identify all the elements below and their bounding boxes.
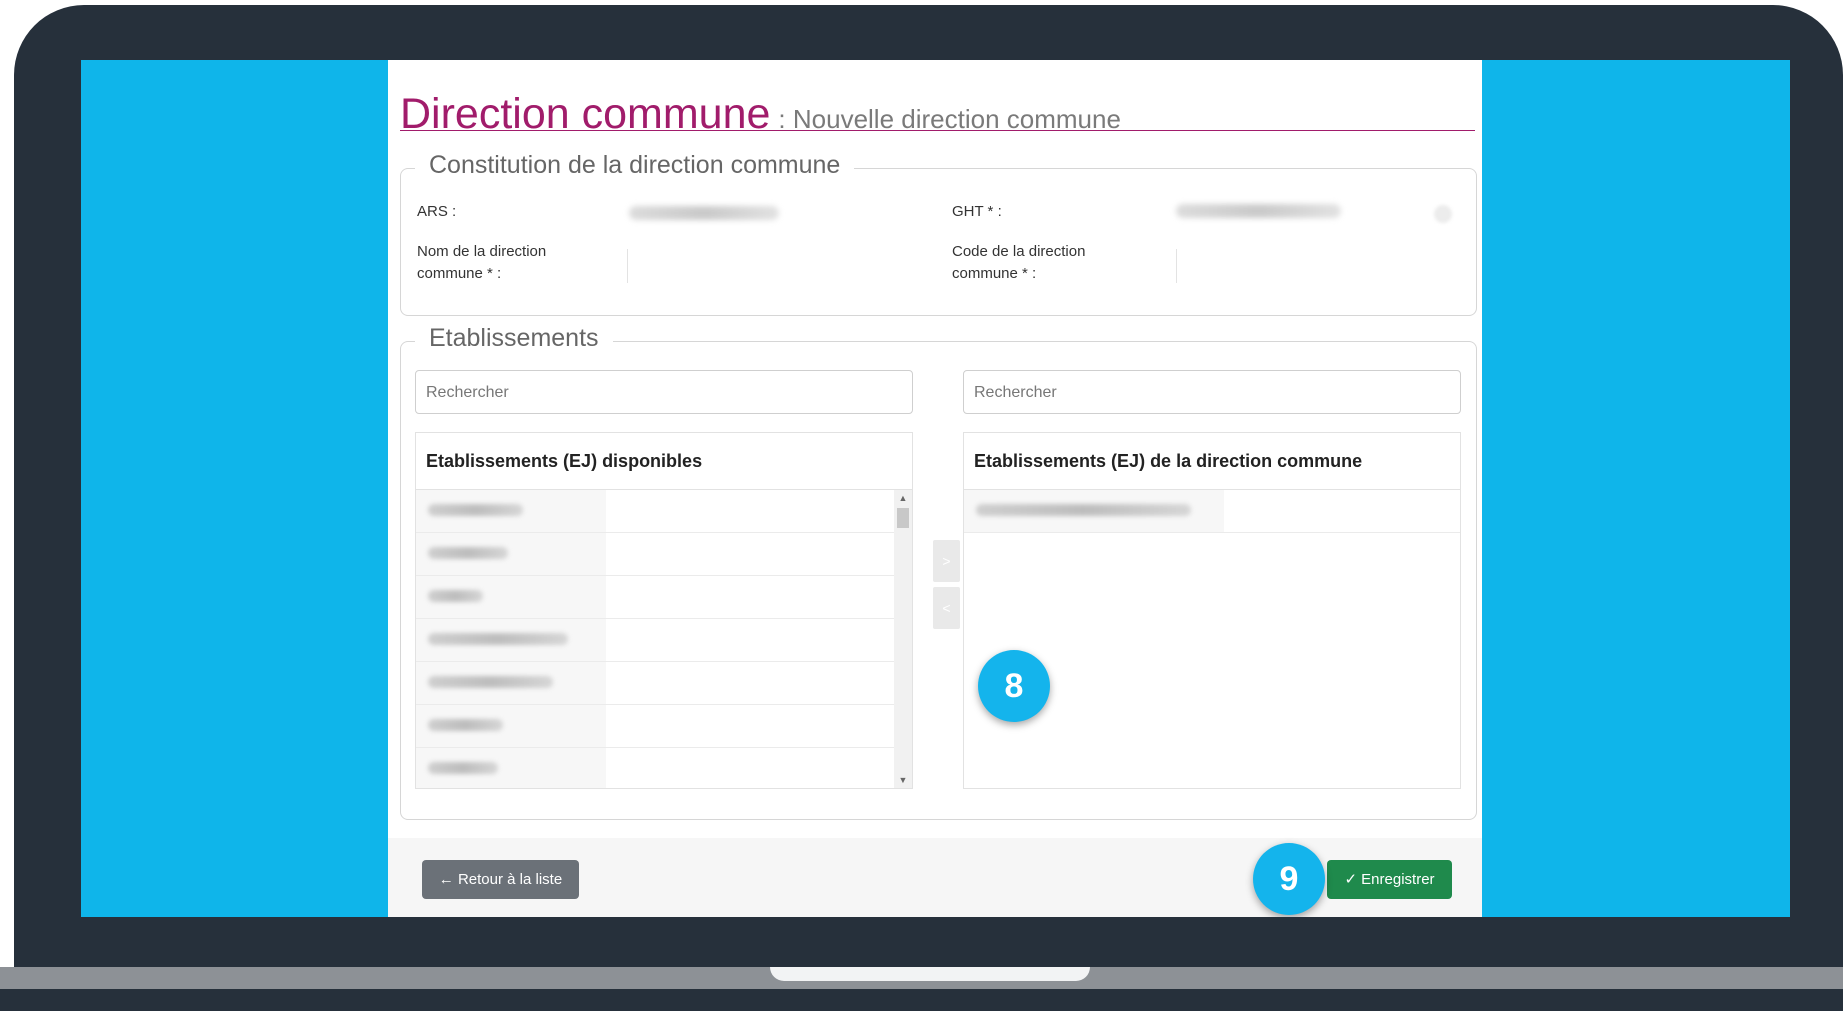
save-button[interactable]: ✓ Enregistrer: [1327, 860, 1452, 899]
list-item[interactable]: [416, 662, 894, 705]
selected-list: Etablissements (EJ) de la direction comm…: [963, 432, 1461, 789]
available-list-header: Etablissements (EJ) disponibles: [416, 433, 912, 490]
callout-badge-9: 9: [1253, 843, 1325, 915]
page-title-row: Direction commune: Nouvelle direction co…: [400, 90, 1475, 138]
scroll-up-icon[interactable]: ▲: [894, 490, 912, 506]
available-list-rows: [416, 490, 894, 788]
nom-input[interactable]: [627, 249, 628, 283]
available-list: Etablissements (EJ) disponibles ▲ ▼: [415, 432, 913, 789]
scroll-down-icon[interactable]: ▼: [894, 772, 912, 788]
code-label-line1: Code de la direction: [952, 243, 1086, 260]
nom-label-line2: commune * :: [417, 265, 502, 282]
list-item[interactable]: [416, 748, 894, 788]
selected-list-rows: [964, 490, 1460, 788]
ars-value: [629, 206, 779, 220]
scroll-thumb[interactable]: [897, 508, 909, 528]
etablissements-fieldset: Etablissements Rechercher Rechercher Eta…: [400, 324, 1477, 820]
nom-label-line1: Nom de la direction: [417, 243, 547, 260]
code-label: Code de la direction commune * :: [952, 241, 1085, 285]
ght-dropdown-icon[interactable]: [1434, 205, 1452, 223]
page-subtitle: : Nouvelle direction commune: [778, 104, 1121, 134]
constitution-legend: Constitution de la direction commune: [415, 151, 855, 180]
page-title: Direction commune: [400, 90, 771, 138]
list-item[interactable]: [416, 619, 894, 662]
form-page: Direction commune: Nouvelle direction co…: [388, 60, 1482, 917]
list-item[interactable]: [964, 490, 1460, 533]
constitution-fieldset: Constitution de la direction commune ARS…: [400, 151, 1477, 316]
ars-label: ARS :: [417, 203, 457, 220]
available-list-scrollbar[interactable]: ▲ ▼: [894, 490, 912, 788]
back-to-list-button[interactable]: ← Retour à la liste: [422, 860, 579, 899]
nom-label: Nom de la direction commune * :: [417, 241, 546, 285]
selected-list-header: Etablissements (EJ) de la direction comm…: [964, 433, 1460, 490]
move-right-button[interactable]: >: [933, 540, 960, 582]
code-input[interactable]: [1176, 249, 1177, 283]
left-search-input[interactable]: Rechercher: [415, 370, 913, 414]
list-item[interactable]: [416, 490, 894, 533]
list-item[interactable]: [416, 576, 894, 619]
right-search-input[interactable]: Rechercher: [963, 370, 1461, 414]
list-item[interactable]: [416, 533, 894, 576]
laptop-foot: [0, 989, 1843, 1011]
laptop-notch: [770, 967, 1090, 981]
callout-badge-8: 8: [978, 650, 1050, 722]
move-left-button[interactable]: <: [933, 587, 960, 629]
laptop-screen: Direction commune: Nouvelle direction co…: [81, 60, 1790, 917]
ght-select[interactable]: [1176, 204, 1341, 218]
ght-label: GHT * :: [952, 203, 1002, 220]
list-item[interactable]: [416, 705, 894, 748]
code-label-line2: commune * :: [952, 265, 1037, 282]
etablissements-legend: Etablissements: [415, 324, 613, 353]
